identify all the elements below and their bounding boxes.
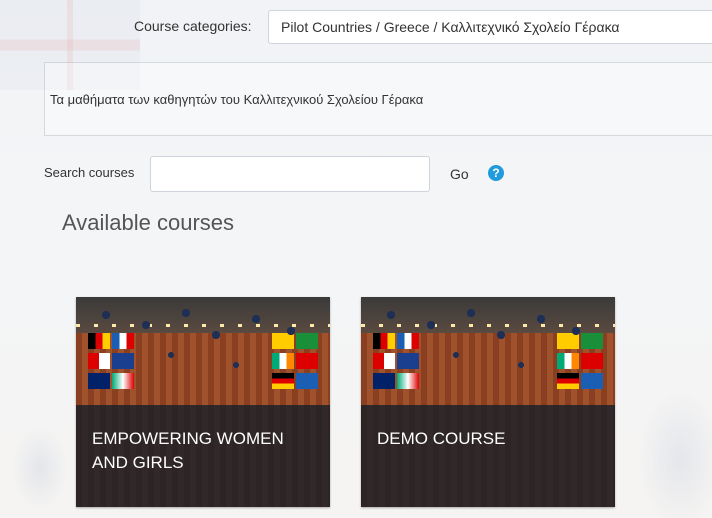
question-circle-icon[interactable]: ? — [488, 165, 504, 181]
course-title[interactable]: EMPOWERING WOMEN AND GIRLS — [92, 427, 320, 475]
course-list-page: Course categories: Pilot Countries / Gre… — [0, 0, 712, 518]
search-courses-label: Search courses — [44, 165, 135, 180]
go-button[interactable]: Go — [442, 160, 477, 188]
category-description: Τα μαθήματα των καθηγητών του Καλλιτεχνι… — [50, 92, 424, 107]
course-title[interactable]: DEMO COURSE — [377, 427, 605, 451]
course-card[interactable]: DEMO COURSE — [361, 297, 615, 507]
course-categories-select[interactable]: Pilot Countries / Greece / Καλλιτεχνικό … — [268, 10, 712, 44]
search-courses-input[interactable] — [150, 156, 430, 192]
available-courses-heading: Available courses — [62, 210, 235, 235]
course-categories-label: Course categories: — [134, 18, 252, 34]
course-card[interactable]: EMPOWERING WOMEN AND GIRLS — [76, 297, 330, 507]
